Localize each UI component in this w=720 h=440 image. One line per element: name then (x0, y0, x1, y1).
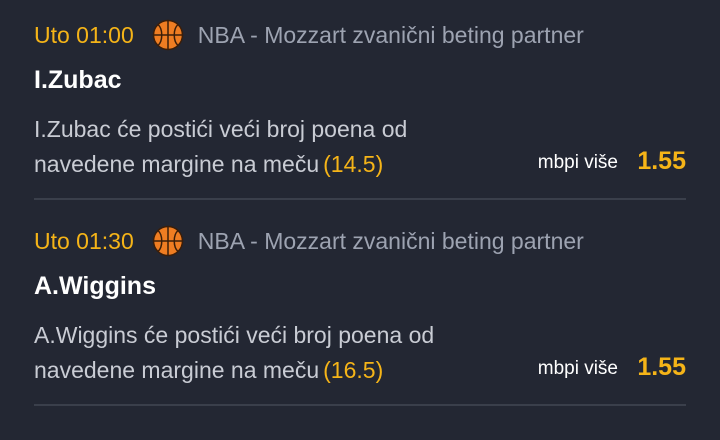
bet-card[interactable]: Uto 01:30 NBA - Mozzart zvanični beting … (0, 206, 720, 406)
bet-description: A.Wiggins će postići veći broj poena od … (34, 318, 504, 388)
bet-description: I.Zubac će postići veći broj poena od na… (34, 112, 504, 182)
bet-meta: Uto 01:30 NBA - Mozzart zvanični beting … (34, 224, 584, 258)
bet-meta: Uto 01:00 NBA - Mozzart zvanični beting … (34, 18, 584, 52)
basketball-icon (152, 19, 183, 51)
divider (34, 404, 686, 406)
bet-card[interactable]: Uto 01:00 NBA - Mozzart zvanični beting … (0, 0, 720, 200)
odd-label: mbpi više (537, 358, 618, 379)
divider (34, 198, 686, 200)
player-name: I.Zubac (34, 66, 122, 94)
league-name: NBA - Mozzart zvanični beting partner (197, 21, 584, 48)
match-time: Uto 01:30 (34, 227, 134, 254)
odd-value-button[interactable]: 1.55 (637, 147, 686, 176)
player-name: A.Wiggins (34, 272, 156, 300)
odd-label: mbpi više (537, 152, 618, 173)
league-name: NBA - Mozzart zvanični beting partner (197, 227, 584, 254)
basketball-icon (152, 225, 183, 257)
odd-value-button[interactable]: 1.55 (637, 353, 686, 382)
bet-margin: (14.5) (323, 151, 384, 177)
match-time: Uto 01:00 (34, 21, 134, 48)
bet-margin: (16.5) (323, 357, 384, 383)
